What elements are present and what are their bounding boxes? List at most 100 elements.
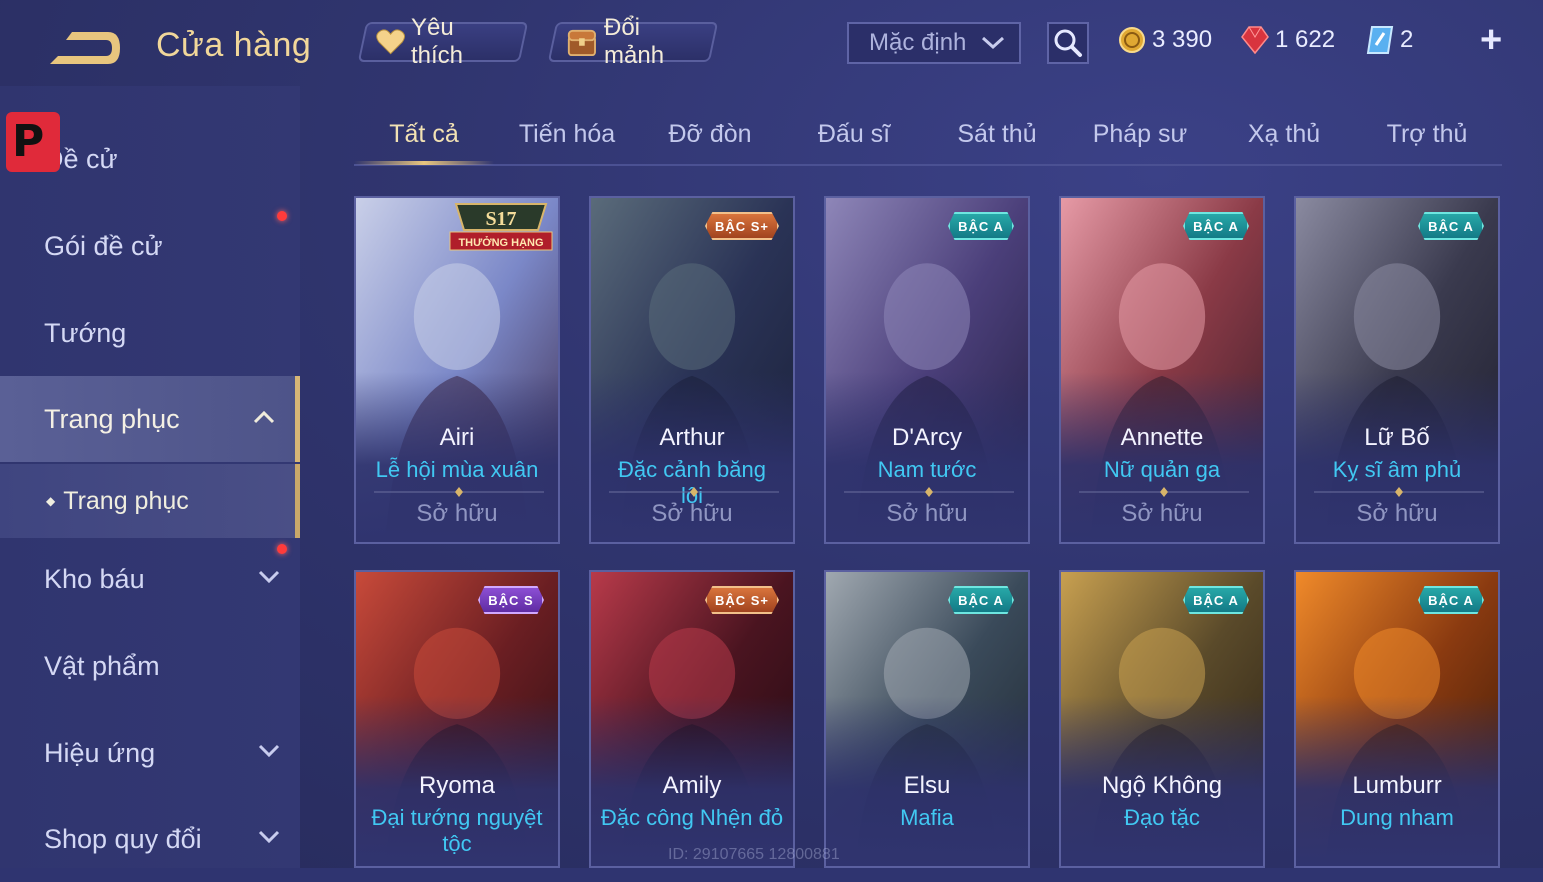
hero-name: Lumburr [1352, 772, 1442, 799]
sidebar-item-treasure[interactable]: Kho báu [0, 536, 300, 622]
hero-name: Amily [662, 772, 722, 799]
skin-name: Đạo tặc [1124, 805, 1200, 830]
tier-badge: BẬC S+ [704, 586, 779, 614]
ornament-divider [844, 487, 1014, 497]
page-title: Cửa hàng [156, 26, 312, 64]
tier-badge: BẬC A [948, 212, 1014, 240]
tier-badge: BẬC A [1418, 586, 1484, 614]
diamond-bullet-icon: ◆ [46, 494, 56, 508]
skin-name: Đại tướng nguyệt tộc [371, 805, 543, 856]
hero-name: Ngộ Không [1101, 772, 1223, 799]
svg-text:S17: S17 [485, 208, 516, 230]
tier-badge: BẬC A [1183, 586, 1249, 614]
skin-card[interactable]: BẬC A Ngộ Không Đạo tặc [1059, 570, 1265, 868]
sidebar-item-label: Gói đề cử [44, 230, 163, 261]
sort-value: Mặc định [869, 29, 967, 56]
skin-card[interactable]: BẬC S Ryoma Đại tướng nguyệt tộc [354, 570, 560, 868]
sidebar-subitem-skins[interactable]: ◆ Trang phục [0, 464, 300, 538]
tab-support[interactable]: Trợ thủ [1357, 106, 1497, 162]
skin-name: Dung nham [1340, 805, 1454, 830]
hero-name: D'Arcy [892, 424, 962, 451]
owned-status: Sở hữu [1356, 500, 1438, 527]
skin-card[interactable]: BẬC A D'Arcy Nam tước Sở hữu [824, 196, 1030, 544]
tier-badge: BẬC A [1183, 212, 1249, 240]
hero-name: Arthur [659, 424, 725, 451]
chevron-down-icon [258, 744, 280, 758]
skin-card[interactable]: BẬC S+ Amily Đặc công Nhện đỏ [589, 570, 795, 868]
tab-marksman[interactable]: Xạ thủ [1214, 106, 1354, 162]
skin-name: Mafia [900, 805, 954, 830]
tier-badge: BẬC S+ [704, 212, 779, 240]
season-rank-reward-badge: S17 THƯỞNG HẠNG [449, 203, 553, 251]
ornament-divider [1314, 487, 1484, 497]
skin-name: Đặc công Nhện đỏ [600, 805, 784, 830]
chevron-up-icon [253, 410, 275, 424]
skin-card[interactable]: BẬC S+ Arthur Đặc cảnh băng lôi Sở hữu [589, 196, 795, 544]
owned-status: Sở hữu [651, 500, 733, 527]
ornament-divider [1079, 487, 1249, 497]
skin-card[interactable]: BẬC A Lữ Bố Kỵ sĩ âm phủ Sở hữu [1294, 196, 1500, 544]
ornament-divider [609, 487, 779, 497]
chevron-down-icon [258, 830, 280, 844]
chevron-down-icon [981, 36, 1005, 50]
tab-assassin[interactable]: Sát thủ [927, 106, 1067, 162]
overlay-logo: P [6, 112, 60, 172]
favorite-button[interactable]: Yêu thích [357, 14, 529, 69]
sidebar: Đề cử Gói đề cử Tướng Trang phục ◆ Trang… [0, 86, 300, 868]
sidebar-item-label: Hiệu ứng [44, 737, 156, 768]
add-currency-button[interactable]: + [1480, 20, 1502, 60]
voucher-balance: 2 [1366, 22, 1413, 58]
hero-name: Lữ Bố [1364, 424, 1430, 451]
tier-badge: BẬC A [1418, 212, 1484, 240]
search-button[interactable] [1047, 22, 1089, 64]
sidebar-item-exchange-shop[interactable]: Shop quy đổi [0, 796, 300, 882]
tab-all[interactable]: Tất cả [354, 106, 494, 165]
skin-card[interactable]: S17 THƯỞNG HẠNG Airi Lễ hội mùa xuân Sở hữu [354, 196, 560, 544]
sort-dropdown[interactable]: Mặc định [847, 22, 1021, 64]
sidebar-item-label: Tướng [44, 317, 127, 348]
owned-status: Sở hữu [886, 500, 968, 527]
svg-text:THƯỞNG HẠNG: THƯỞNG HẠNG [458, 236, 543, 249]
sidebar-item-bundles[interactable]: Gói đề cử [0, 203, 300, 289]
ruby-gem-icon [1241, 26, 1269, 55]
tab-fighter[interactable]: Đấu sĩ [784, 106, 924, 162]
voucher-icon [1366, 26, 1394, 54]
favorite-label: Yêu thích [411, 14, 464, 69]
hero-name: Elsu [903, 772, 951, 799]
notification-dot [277, 544, 287, 554]
sidebar-item-heroes[interactable]: Tướng [0, 290, 300, 376]
back-arrow-icon[interactable] [44, 26, 124, 70]
skin-card[interactable]: BẬC A Elsu Mafia [824, 570, 1030, 868]
sidebar-item-label: Trang phục [44, 403, 180, 434]
tier-badge: BẬC A [948, 586, 1014, 614]
search-icon [1054, 29, 1082, 57]
skin-name: Kỵ sĩ âm phủ [1332, 457, 1462, 482]
tab-tank[interactable]: Đỡ đòn [640, 106, 780, 162]
voucher-amount: 2 [1400, 26, 1414, 53]
tier-badge: BẬC S [478, 586, 544, 614]
sidebar-item-label: Trang phục [63, 486, 189, 515]
gold-amount: 3 390 [1152, 26, 1213, 53]
tab-evolution[interactable]: Tiến hóa [497, 106, 637, 162]
top-bar: Cửa hàng Yêu thích Đổi mảnh Mặc định 3 3… [0, 0, 1543, 86]
sidebar-item-label: Shop quy đổi [44, 823, 202, 854]
watermark: ID: 29107665 12800881 [668, 846, 840, 863]
skin-card[interactable]: BẬC A Lumburr Dung nham [1294, 570, 1500, 868]
chevron-down-icon [258, 570, 280, 584]
ornament-divider [374, 487, 544, 497]
skin-name: Nam tước [877, 457, 977, 482]
fragment-exchange-button[interactable]: Đổi mảnh [547, 14, 719, 69]
gold-balance: 3 390 [1118, 22, 1212, 58]
sidebar-item-items[interactable]: Vật phẩm [0, 623, 300, 709]
tab-mage[interactable]: Pháp sư [1070, 106, 1210, 162]
skin-card[interactable]: BẬC A Annette Nữ quản ga Sở hữu [1059, 196, 1265, 544]
hero-name: Ryoma [418, 772, 496, 799]
category-tabs: Tất cả Tiến hóa Đỡ đòn Đấu sĩ Sát thủ Ph… [354, 106, 1502, 166]
active-tab-indicator [354, 161, 494, 165]
heart-icon [376, 29, 405, 55]
skin-name: Lễ hội mùa xuân [375, 457, 539, 482]
notification-dot [277, 211, 287, 221]
sidebar-item-skins[interactable]: Trang phục [0, 376, 300, 462]
sidebar-item-effects[interactable]: Hiệu ứng [0, 710, 300, 796]
sidebar-item-label: Vật phẩm [44, 650, 160, 681]
